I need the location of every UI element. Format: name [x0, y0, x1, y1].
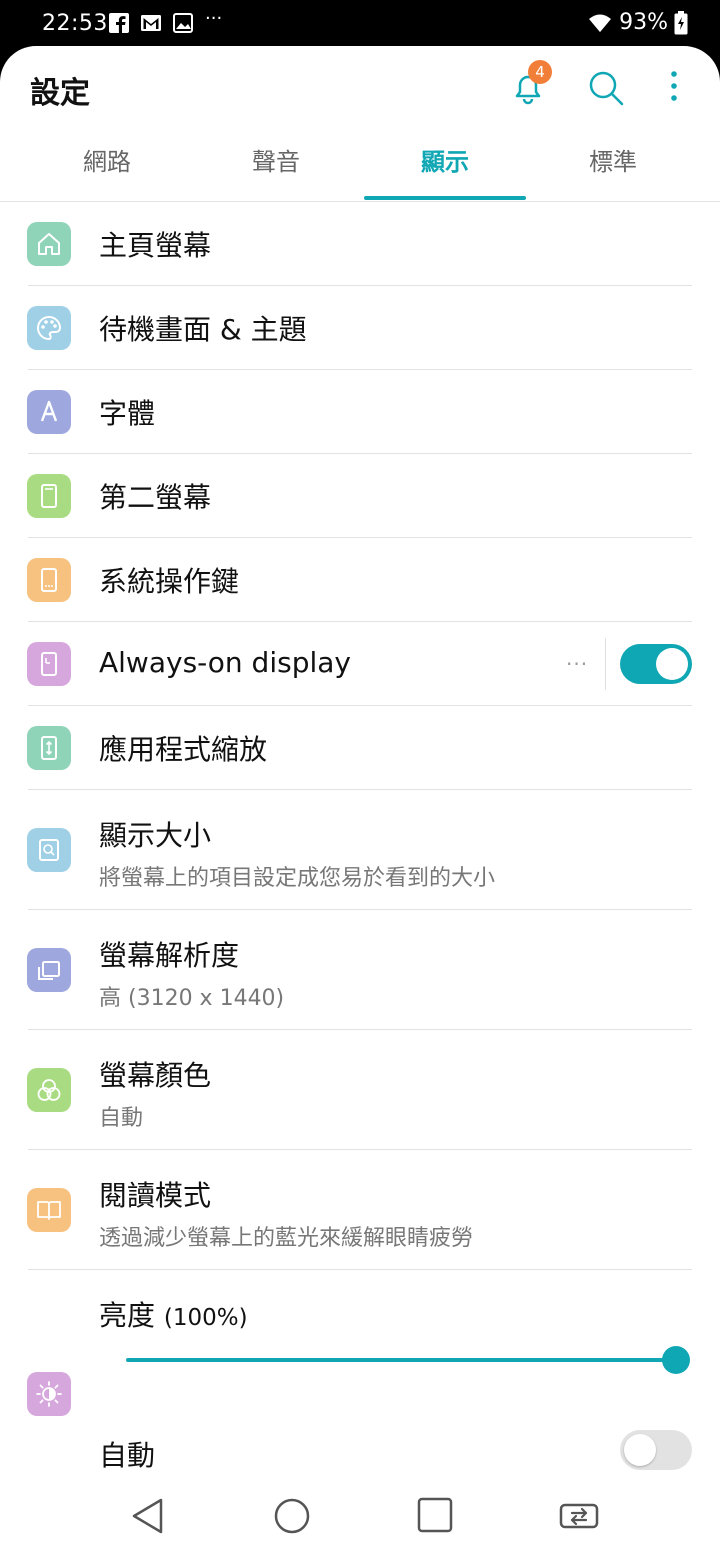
- nav-keys-icon: [27, 558, 71, 602]
- tab-indicator: [364, 196, 526, 200]
- aod-toggle[interactable]: [620, 644, 692, 684]
- app-header: 設定 4: [0, 46, 720, 130]
- list-item-font[interactable]: 字體: [0, 370, 720, 454]
- tab-network[interactable]: 網路: [26, 130, 188, 202]
- item-label: 字體: [99, 397, 156, 430]
- font-icon: [27, 390, 71, 434]
- brightness-icon: [27, 1372, 71, 1416]
- item-label: 待機畫面 & 主題: [99, 313, 307, 346]
- display-size-icon: [27, 828, 71, 872]
- phone-outline-icon: [27, 474, 71, 518]
- item-label: 顯示大小: [99, 819, 212, 852]
- home-button[interactable]: [272, 1496, 312, 1536]
- list-item-reading-mode[interactable]: 閱讀模式 透過減少螢幕上的藍光來緩解眼睛疲勞: [0, 1150, 720, 1270]
- home-circle-icon: [274, 1498, 310, 1534]
- battery-percent: 93%: [619, 10, 668, 35]
- brightness-auto-toggle[interactable]: [620, 1430, 692, 1470]
- book-icon: [27, 1188, 71, 1232]
- item-label: 閱讀模式: [99, 1179, 212, 1212]
- status-right: 93%: [587, 10, 688, 35]
- recents-button[interactable]: [416, 1496, 456, 1536]
- search-button[interactable]: [584, 66, 628, 110]
- item-sub: 自動: [99, 1106, 144, 1131]
- dual-screen-button[interactable]: [558, 1496, 599, 1536]
- status-time: 22:53: [42, 11, 108, 36]
- brightness-slider[interactable]: [126, 1358, 666, 1362]
- list-item-system-keys[interactable]: 系統操作鍵: [0, 538, 720, 622]
- list-item-wallpaper-theme[interactable]: 待機畫面 & 主題: [0, 286, 720, 370]
- color-circles-icon: [27, 1068, 71, 1112]
- status-overflow: ···: [205, 8, 223, 29]
- item-label: 系統操作鍵: [99, 565, 240, 598]
- back-icon: [132, 1498, 163, 1534]
- list-item-second-screen[interactable]: 第二螢幕: [0, 454, 720, 538]
- list-item-resolution[interactable]: 螢幕解析度 高 (3120 x 1440): [0, 910, 720, 1030]
- item-label: 主頁螢幕: [99, 229, 212, 262]
- list-item-app-scaling[interactable]: 應用程式縮放: [0, 706, 720, 790]
- more-vert-icon: [671, 71, 677, 101]
- battery-icon: [674, 10, 688, 34]
- list-item-screen-color[interactable]: 螢幕顏色 自動: [0, 1030, 720, 1150]
- settings-app: 設定 4 網路 聲音 顯示 標準 主頁螢幕 待機畫面 & 主題 字體 第二螢幕 …: [0, 46, 720, 1560]
- notification-badge: 4: [528, 60, 552, 84]
- tab-display[interactable]: 顯示: [364, 130, 526, 202]
- recents-icon: [417, 1497, 453, 1533]
- page-title: 設定: [30, 76, 90, 111]
- item-label: Always-on display: [99, 646, 351, 679]
- gmail-icon: [141, 15, 161, 31]
- tab-bar: 網路 聲音 顯示 標準: [0, 130, 720, 202]
- notification-icons: [108, 12, 194, 34]
- aod-more-button[interactable]: ···: [566, 652, 588, 676]
- app-scaling-icon: [27, 726, 71, 770]
- resolution-icon: [27, 948, 71, 992]
- list-item-home-screen[interactable]: 主頁螢幕: [0, 202, 720, 286]
- wifi-icon: [589, 14, 612, 32]
- facebook-icon: [109, 13, 129, 33]
- item-sub: 透過減少螢幕上的藍光來緩解眼睛疲勞: [99, 1226, 474, 1251]
- navigation-bar: [0, 1470, 720, 1560]
- more-options-button[interactable]: [654, 66, 698, 110]
- item-sub: 高 (3120 x 1440): [99, 986, 285, 1011]
- dual-screen-icon: [559, 1503, 599, 1529]
- palette-icon: [27, 306, 71, 350]
- brightness-value: (100%): [163, 1305, 248, 1331]
- item-sub: 將螢幕上的項目設定成您易於看到的大小: [99, 866, 496, 891]
- item-label: 第二螢幕: [99, 481, 212, 514]
- list-item-always-on-display[interactable]: Always-on display ···: [0, 622, 720, 706]
- tab-general[interactable]: 標準: [532, 130, 694, 202]
- item-label: 應用程式縮放: [99, 733, 268, 766]
- aod-icon: [27, 642, 71, 686]
- brightness-auto-label: 自動: [99, 1439, 156, 1472]
- status-bar: 22:53 ··· 93%: [0, 0, 720, 48]
- search-icon: [589, 71, 624, 106]
- gallery-icon: [173, 13, 193, 33]
- home-icon: [27, 222, 71, 266]
- item-label: 螢幕解析度: [99, 939, 240, 972]
- brightness-slider-thumb[interactable]: [662, 1346, 690, 1374]
- item-label: 螢幕顏色: [99, 1059, 212, 1092]
- list-item-display-size[interactable]: 顯示大小 將螢幕上的項目設定成您易於看到的大小: [0, 790, 720, 910]
- brightness-label: 亮度 (100%): [99, 1299, 248, 1332]
- tab-sound[interactable]: 聲音: [195, 130, 357, 202]
- back-button[interactable]: [128, 1496, 168, 1536]
